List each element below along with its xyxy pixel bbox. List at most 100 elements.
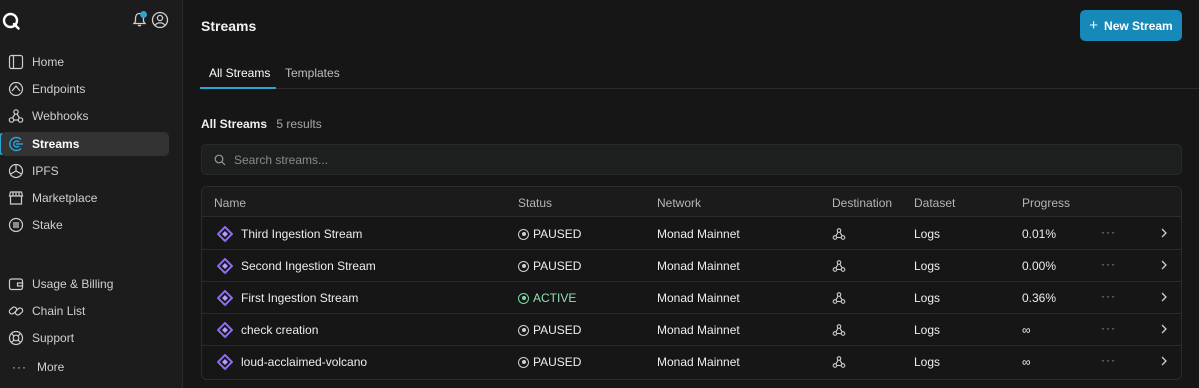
progress-value: ∞ <box>1022 323 1031 337</box>
table-row[interactable]: Second Ingestion Stream PAUSED Monad Mai… <box>202 250 1181 282</box>
sidebar-item-chain-list[interactable]: Chain List <box>1 299 169 323</box>
paused-status-icon <box>518 228 529 240</box>
sidebar-item-label: Home <box>32 55 65 69</box>
paused-status-icon <box>518 324 529 336</box>
stream-icon <box>217 354 233 370</box>
webhook-destination-icon <box>832 292 846 304</box>
network-name: Monad Mainnet <box>657 259 740 273</box>
dataset-value: Logs <box>914 259 941 273</box>
stream-name: loud-acclaimed-volcano <box>241 355 368 369</box>
paused-status-icon <box>518 260 529 272</box>
chevron-right-icon[interactable] <box>1159 227 1169 239</box>
lifebuoy-icon <box>8 330 24 346</box>
column-header-status[interactable]: Status <box>518 196 552 210</box>
column-header-network[interactable]: Network <box>657 196 701 210</box>
sidebar-item-label: Webhooks <box>32 109 89 123</box>
user-avatar-icon[interactable] <box>151 11 169 29</box>
stream-icon <box>217 226 233 242</box>
status-badge: PAUSED <box>518 355 581 369</box>
column-header-name[interactable]: Name <box>214 196 246 210</box>
sidebar-item-label: Endpoints <box>32 82 86 96</box>
logo-icon[interactable] <box>2 12 20 30</box>
row-menu-icon[interactable]: ··· <box>1101 353 1116 367</box>
table-row[interactable]: First Ingestion Stream ACTIVE Monad Main… <box>202 282 1181 314</box>
progress-value: 0.36% <box>1022 291 1057 305</box>
status-text: PAUSED <box>533 259 582 273</box>
ipfs-icon <box>8 163 24 179</box>
network-name: Monad Mainnet <box>657 227 740 241</box>
active-status-icon <box>518 292 529 304</box>
status-text: PAUSED <box>533 227 582 241</box>
network-name: Monad Mainnet <box>657 323 740 337</box>
dataset-value: Logs <box>914 355 941 369</box>
stream-name: Third Ingestion Stream <box>241 227 363 241</box>
sidebar-item-marketplace[interactable]: Marketplace <box>1 186 169 210</box>
table-header: Name Status Network Destination Dataset … <box>202 187 1181 217</box>
row-menu-icon[interactable]: ··· <box>1101 257 1116 271</box>
table-row[interactable]: loud-acclaimed-volcano PAUSED Monad Main… <box>202 346 1181 378</box>
paused-status-icon <box>518 356 529 368</box>
plus-icon: + <box>1089 17 1099 34</box>
network-name: Monad Mainnet <box>657 355 740 369</box>
sidebar-item-streams[interactable]: Streams <box>1 132 169 156</box>
tab-templates[interactable]: Templates <box>285 66 340 80</box>
progress-value: ∞ <box>1022 355 1031 369</box>
notification-badge <box>140 11 147 18</box>
sidebar-item-webhooks[interactable]: Webhooks <box>1 104 169 128</box>
stake-icon <box>8 217 24 233</box>
row-menu-icon[interactable]: ··· <box>1101 289 1116 303</box>
dataset-value: Logs <box>914 323 941 337</box>
dataset-value: Logs <box>914 291 941 305</box>
home-icon <box>8 54 24 70</box>
stream-icon <box>217 322 233 338</box>
column-header-destination[interactable]: Destination <box>832 196 892 210</box>
stream-name: Second Ingestion Stream <box>241 259 376 273</box>
column-header-progress[interactable]: Progress <box>1022 196 1070 210</box>
stream-icon <box>217 290 233 306</box>
status-badge: PAUSED <box>518 323 581 337</box>
section-title: All Streams <box>201 117 268 131</box>
result-count: 5 results <box>276 117 322 131</box>
status-text: PAUSED <box>533 355 582 369</box>
status-badge: PAUSED <box>518 227 581 241</box>
sidebar-item-label: Usage & Billing <box>32 277 114 291</box>
new-stream-label: New Stream <box>1104 18 1173 33</box>
sidebar-item-label: IPFS <box>32 164 59 178</box>
wallet-icon <box>8 276 24 292</box>
new-stream-button[interactable]: + New Stream <box>1080 10 1182 41</box>
sidebar-item-usage-billing[interactable]: Usage & Billing <box>1 272 169 296</box>
sidebar-item-label: Streams <box>32 137 80 151</box>
streams-icon <box>8 136 24 152</box>
chevron-right-icon[interactable] <box>1159 291 1169 303</box>
progress-value: 0.00% <box>1022 259 1057 273</box>
status-badge: PAUSED <box>518 259 581 273</box>
sidebar-more[interactable]: ··· More <box>12 360 64 374</box>
sidebar-item-stake[interactable]: Stake <box>1 213 169 237</box>
sidebar-item-label: Stake <box>32 218 63 232</box>
search-icon <box>214 154 226 165</box>
sidebar-item-support[interactable]: Support <box>1 326 169 350</box>
chevron-right-icon[interactable] <box>1159 355 1169 367</box>
search-box[interactable] <box>201 144 1182 175</box>
row-menu-icon[interactable]: ··· <box>1101 321 1116 335</box>
chevron-right-icon[interactable] <box>1159 323 1169 335</box>
main-content: Streams + New Stream All Streams Templat… <box>184 0 1199 388</box>
dataset-value: Logs <box>914 227 941 241</box>
column-header-dataset[interactable]: Dataset <box>914 196 955 210</box>
sidebar-item-label: Chain List <box>32 304 86 318</box>
sidebar-item-home[interactable]: Home <box>1 50 169 74</box>
search-input[interactable] <box>234 152 1134 167</box>
stream-icon <box>217 258 233 274</box>
table-row[interactable]: check creation PAUSED Monad Mainnet Logs… <box>202 314 1181 346</box>
network-name: Monad Mainnet <box>657 291 740 305</box>
active-tab-indicator <box>200 87 276 89</box>
more-dots-icon: ··· <box>12 360 27 374</box>
sidebar-item-ipfs[interactable]: IPFS <box>1 159 169 183</box>
table-row[interactable]: Third Ingestion Stream PAUSED Monad Main… <box>202 218 1181 250</box>
sidebar-item-endpoints[interactable]: Endpoints <box>1 77 169 101</box>
sidebar-item-label: Marketplace <box>32 191 98 205</box>
row-menu-icon[interactable]: ··· <box>1101 225 1116 239</box>
chevron-right-icon[interactable] <box>1159 259 1169 271</box>
more-label: More <box>37 360 65 374</box>
tab-all-streams[interactable]: All Streams <box>209 66 270 80</box>
